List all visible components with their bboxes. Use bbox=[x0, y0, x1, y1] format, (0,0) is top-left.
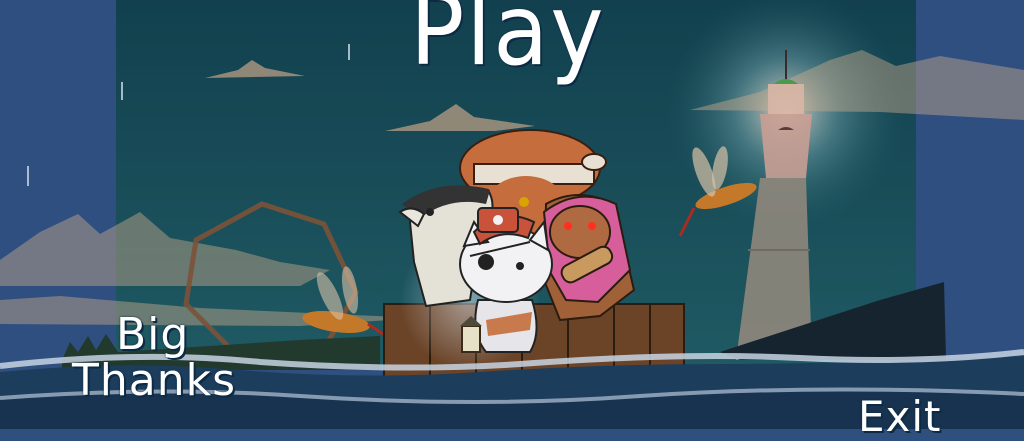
play-button[interactable]: Play bbox=[410, 0, 605, 80]
big-thanks-line1: Big bbox=[116, 309, 190, 360]
big-thanks-line2: Thanks bbox=[72, 355, 237, 406]
exit-button[interactable]: Exit bbox=[858, 396, 942, 438]
big-thanks-button[interactable]: Big Thanks bbox=[72, 312, 236, 404]
